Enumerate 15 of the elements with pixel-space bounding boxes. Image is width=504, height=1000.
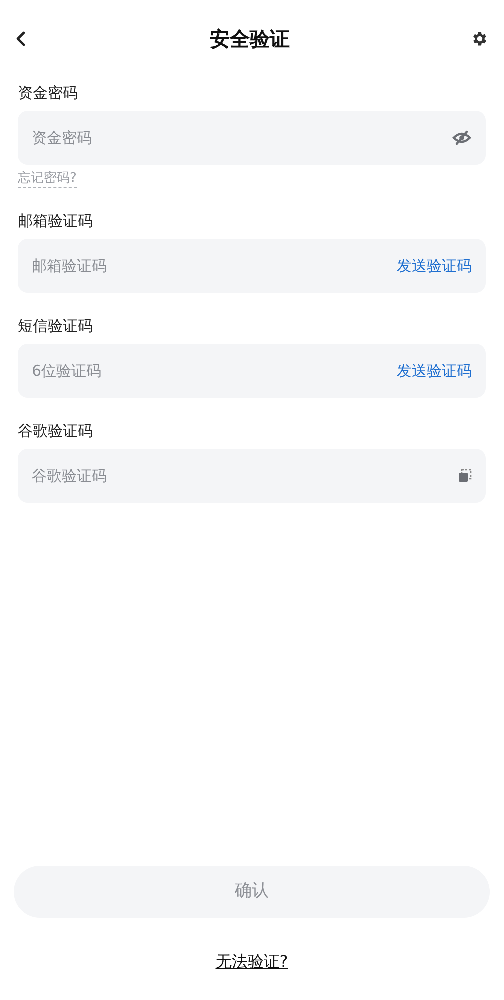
field-label: 谷歌验证码 [18,421,94,442]
paste-icon[interactable] [458,469,472,483]
input-field[interactable]: 谷歌验证码 [18,449,486,503]
field-label: 短信验证码 [18,316,94,337]
send-code-button[interactable]: 发送验证码 [397,254,472,278]
send-code-button[interactable]: 发送验证码 [397,360,472,382]
back-icon [16,31,26,47]
page-title: 安全验证 [210,26,290,53]
forgot-password-link[interactable]: 忘记密码? [18,170,77,188]
cannot-verify-link[interactable]: 无法验证? [216,950,288,972]
settings-icon [471,30,489,48]
hidden-eye-icon[interactable] [452,130,472,146]
field-label: 资金密码 [18,83,79,104]
field-label: 邮箱验证码 [18,211,94,232]
input-field[interactable]: 资金密码 [18,111,486,165]
